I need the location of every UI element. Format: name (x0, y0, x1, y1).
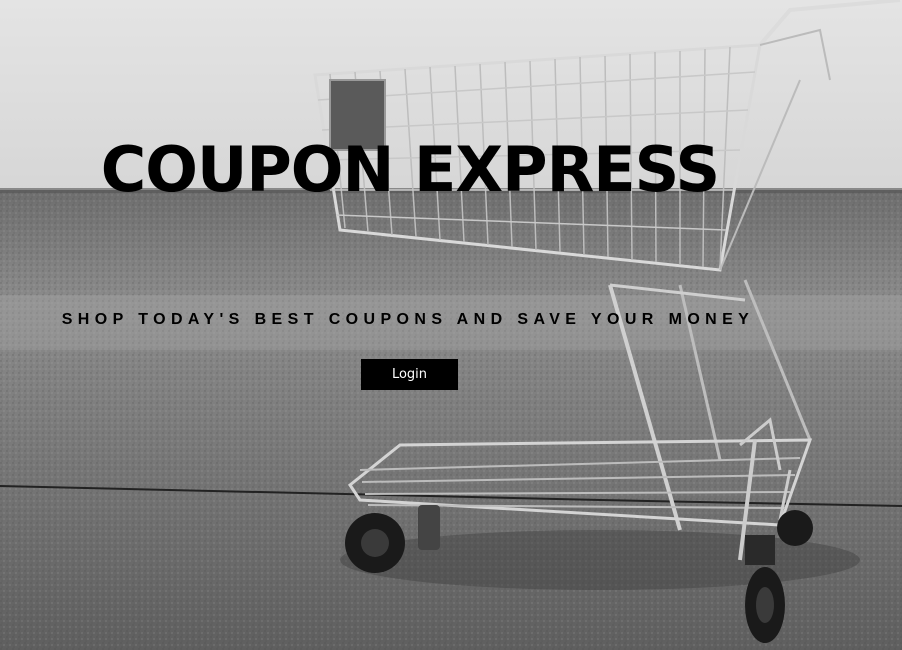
login-button[interactable]: Login (361, 359, 458, 390)
page-title: COUPON EXPRESS (100, 133, 720, 206)
hero-section: COUPON EXPRESS SHOP TODAY'S BEST COUPONS… (0, 0, 902, 650)
tagline: SHOP TODAY'S BEST COUPONS AND SAVE YOUR … (61, 311, 755, 328)
